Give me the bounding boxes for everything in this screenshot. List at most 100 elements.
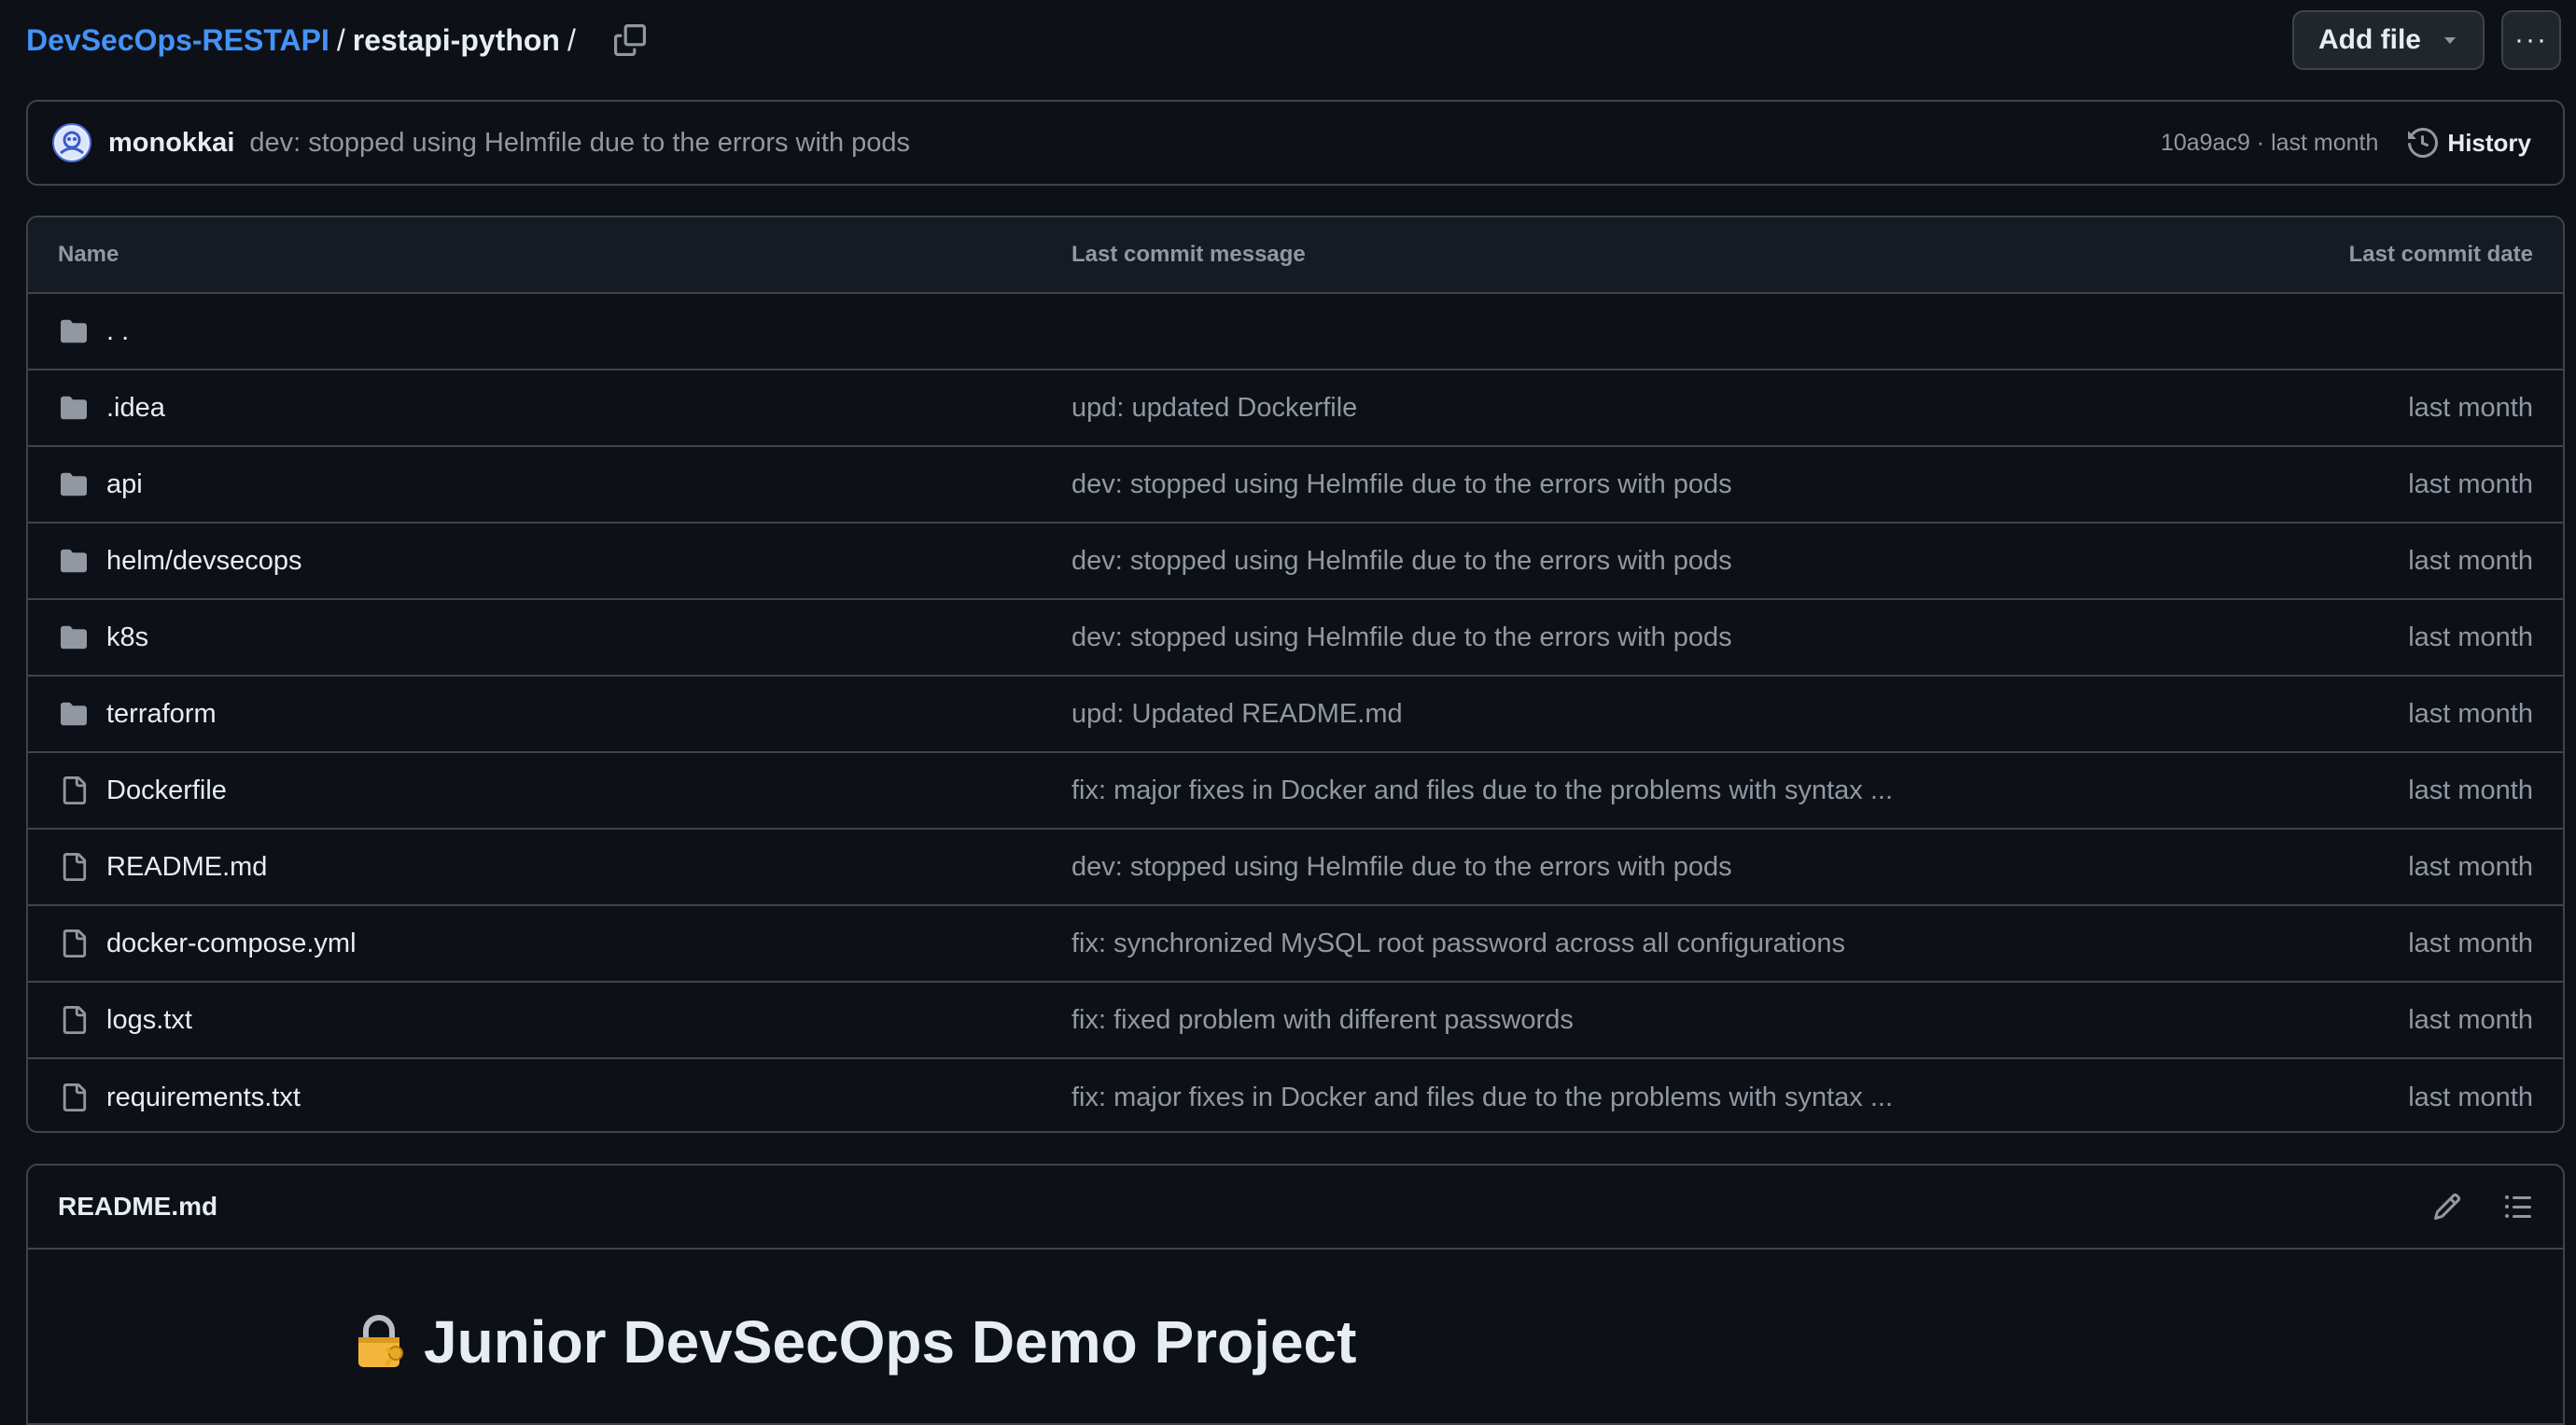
commit-message-link[interactable]: upd: updated Dockerfile <box>1071 393 1357 423</box>
commit-date: last month <box>2408 468 2533 499</box>
folder-icon <box>58 698 90 730</box>
cell-name: api <box>28 468 1071 500</box>
cell-date: last month <box>2190 546 2563 577</box>
table-row[interactable]: README.md dev: stopped using Helmfile due… <box>28 830 2563 906</box>
cell-date: last month <box>2190 1083 2563 1113</box>
readme-heading-text: Junior DevSecOps Demo Project <box>424 1308 1357 1376</box>
file-name-link[interactable]: Dockerfile <box>106 775 227 806</box>
cell-date: last month <box>2190 469 2563 500</box>
file-name-link[interactable]: docker-compose.yml <box>106 929 357 959</box>
column-header-message: Last commit message <box>1071 242 1306 267</box>
table-row[interactable]: docker-compose.yml fix: synchronized MySQ… <box>28 906 2563 983</box>
cell-name: requirements.txt <box>28 1082 1071 1113</box>
add-file-button[interactable]: Add file <box>2292 10 2485 70</box>
file-icon <box>58 1004 90 1036</box>
folder-icon <box>58 392 90 424</box>
parent-directory-link[interactable]: . . <box>106 316 129 347</box>
commit-message-link[interactable]: fix: fixed problem with different passwo… <box>1071 1005 1574 1035</box>
cell-name: docker-compose.yml <box>28 928 1071 959</box>
copy-icon <box>613 24 646 56</box>
file-table: Name Last commit message Last commit dat… <box>26 216 2565 1133</box>
cell-message: dev: stopped using Helmfile due to the e… <box>1071 546 2190 577</box>
table-row[interactable]: Dockerfile fix: major fixes in Docker and… <box>28 753 2563 830</box>
readme-actions <box>2429 1188 2537 1225</box>
file-name-link[interactable]: requirements.txt <box>106 1083 301 1113</box>
table-row[interactable]: requirements.txt fix: major fixes in Dock… <box>28 1059 2563 1131</box>
table-row[interactable]: logs.txt fix: fixed problem with differen… <box>28 983 2563 1059</box>
table-body: . . .idea upd: updated Dockerfile last mont… <box>28 294 2563 1131</box>
cell-name: . . <box>28 315 1071 347</box>
top-bar: DevSecOps-RESTAPI / restapi-python / Add… <box>26 9 2561 71</box>
avatar[interactable] <box>52 123 91 162</box>
cell-name: helm/devsecops <box>28 545 1071 577</box>
outline-button[interactable] <box>2499 1188 2537 1225</box>
commit-message-link[interactable]: fix: major fixes in Docker and files due… <box>1071 1083 1893 1112</box>
copy-path-button[interactable] <box>609 20 651 61</box>
cell-date: last month <box>2190 622 2563 653</box>
table-row[interactable]: k8s dev: stopped using Helmfile due to th… <box>28 600 2563 677</box>
file-name-link[interactable]: logs.txt <box>106 1005 192 1036</box>
cell-date: last month <box>2190 852 2563 883</box>
cell-date: last month <box>2190 775 2563 806</box>
table-row[interactable]: . . <box>28 294 2563 370</box>
commit-message-link[interactable]: dev: stopped using Helmfile due to the e… <box>249 128 910 159</box>
file-icon <box>58 1082 90 1113</box>
edit-file-button[interactable] <box>2429 1188 2466 1225</box>
commit-message-link[interactable]: upd: Updated README.md <box>1071 699 1403 729</box>
latest-commit-bar: monokkai dev: stopped using Helmfile due… <box>26 100 2565 186</box>
file-name-link[interactable]: terraform <box>106 699 217 730</box>
cell-date: last month <box>2190 393 2563 424</box>
commit-message-link[interactable]: fix: major fixes in Docker and files due… <box>1071 775 1893 805</box>
readme-heading: Junior DevSecOps Demo Project <box>351 1307 2563 1376</box>
file-icon <box>58 928 90 959</box>
table-row[interactable]: terraform upd: Updated README.md last mont… <box>28 677 2563 753</box>
file-name-link[interactable]: api <box>106 469 143 500</box>
avatar-image-icon <box>56 127 88 159</box>
breadcrumb-current-folder: restapi-python <box>352 22 560 57</box>
cell-message: fix: fixed problem with different passwo… <box>1071 1005 2190 1036</box>
table-row[interactable]: api dev: stopped using Helmfile due to th… <box>28 447 2563 524</box>
history-button[interactable]: History <box>2408 128 2531 158</box>
cell-date: last month <box>2190 929 2563 959</box>
commit-message-link[interactable]: dev: stopped using Helmfile due to the e… <box>1071 622 1732 652</box>
cell-name: logs.txt <box>28 1004 1071 1036</box>
readme-title[interactable]: README.md <box>58 1192 217 1222</box>
cell-name: README.md <box>28 851 1071 883</box>
file-name-link[interactable]: k8s <box>106 622 148 653</box>
column-header-date: Last commit date <box>2348 242 2533 267</box>
lock-with-key-icon <box>351 1312 411 1372</box>
table-row[interactable]: .idea upd: updated Dockerfile last month <box>28 370 2563 447</box>
history-label: History <box>2447 128 2531 157</box>
breadcrumb-repo-link[interactable]: DevSecOps-RESTAPI <box>26 23 329 58</box>
breadcrumb-separator: / <box>336 22 345 57</box>
commit-date: last month <box>2408 1082 2533 1112</box>
cell-name: terraform <box>28 698 1071 730</box>
file-name-link[interactable]: README.md <box>106 852 267 883</box>
column-header-name: Name <box>58 242 119 267</box>
commit-author-link[interactable]: monokkai <box>108 128 234 159</box>
cell-message: dev: stopped using Helmfile due to the e… <box>1071 622 2190 653</box>
more-options-button[interactable]: ··· <box>2501 10 2561 70</box>
commit-hash-and-date[interactable]: 10a9ac9 · last month <box>2161 130 2378 157</box>
cell-name: Dockerfile <box>28 775 1071 806</box>
file-name-link[interactable]: helm/devsecops <box>106 546 302 577</box>
cell-name: .idea <box>28 392 1071 424</box>
table-row[interactable]: helm/devsecops dev: stopped using Helmfil… <box>28 524 2563 600</box>
breadcrumb-trailing-separator: / <box>567 22 576 57</box>
commit-message-link[interactable]: fix: synchronized MySQL root password ac… <box>1071 929 1845 958</box>
commit-date: last month <box>2408 1004 2533 1035</box>
folder-icon <box>58 315 90 347</box>
history-icon <box>2408 128 2439 158</box>
cell-message: dev: stopped using Helmfile due to the e… <box>1071 469 2190 500</box>
pencil-icon <box>2433 1193 2461 1221</box>
file-name-link[interactable]: .idea <box>106 393 165 424</box>
commit-message-link[interactable]: dev: stopped using Helmfile due to the e… <box>1071 546 1732 576</box>
folder-icon <box>58 622 90 653</box>
cell-message: upd: updated Dockerfile <box>1071 393 2190 424</box>
commit-date: last month <box>2408 698 2533 729</box>
commit-message-link[interactable]: dev: stopped using Helmfile due to the e… <box>1071 469 1732 499</box>
commit-message-link[interactable]: dev: stopped using Helmfile due to the e… <box>1071 852 1732 882</box>
folder-icon <box>58 468 90 500</box>
commit-date: last month <box>2408 622 2533 652</box>
cell-date: last month <box>2190 699 2563 730</box>
